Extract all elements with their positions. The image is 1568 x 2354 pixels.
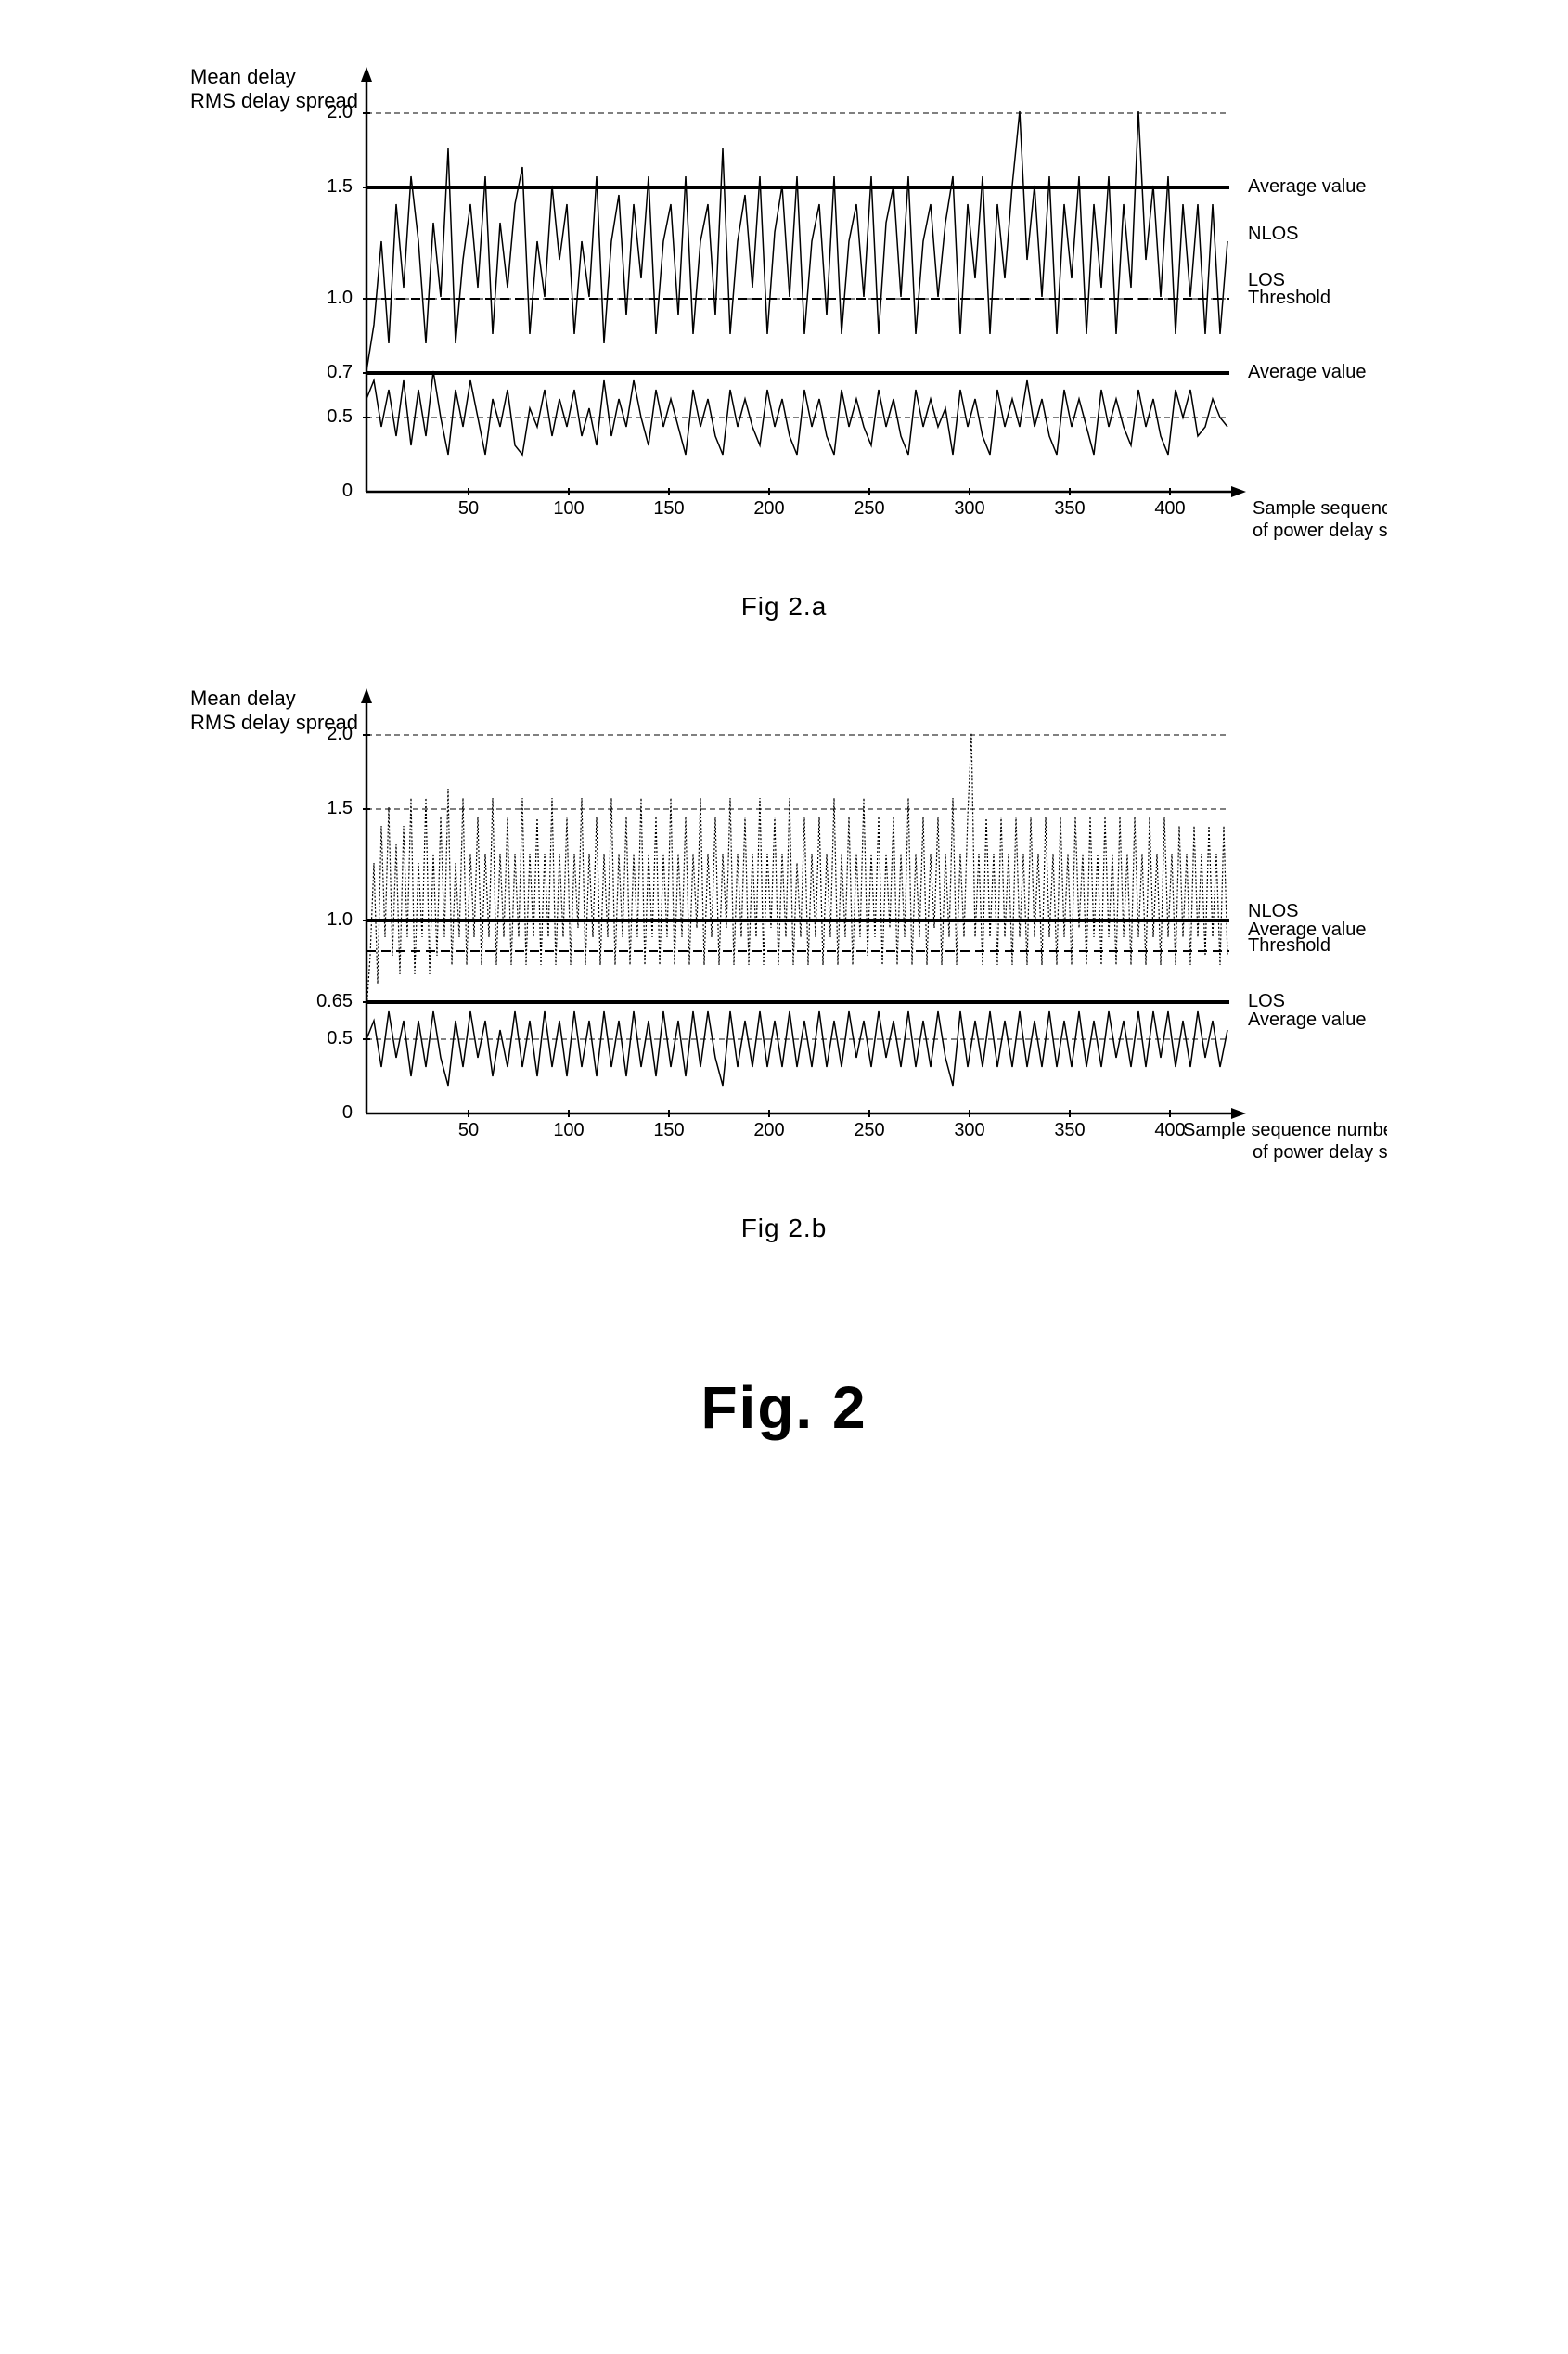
- chart-a-xlabel2: of power delay spread: [1253, 521, 1387, 541]
- svg-text:350: 350: [1054, 498, 1085, 519]
- svg-text:400: 400: [1154, 1120, 1185, 1140]
- svg-text:100: 100: [553, 1120, 584, 1140]
- svg-text:400: 400: [1154, 498, 1185, 519]
- svg-text:250: 250: [854, 498, 884, 519]
- svg-text:2.0: 2.0: [327, 724, 353, 744]
- figure-container: Mean delay RMS delay spread 0: [74, 56, 1494, 1442]
- chart-a-y20: 2.0: [327, 102, 353, 122]
- chart-b-area: Mean delay RMS delay spread 0 0.5: [181, 677, 1387, 1197]
- page: Mean delay RMS delay spread 0: [0, 0, 1568, 2354]
- chart-b-svg: Mean delay RMS delay spread 0 0.5: [181, 677, 1387, 1197]
- svg-text:0.65: 0.65: [316, 991, 353, 1011]
- chart-a-y15: 1.5: [327, 176, 353, 197]
- chart-a-avg-bottom: Average value: [1248, 362, 1367, 382]
- svg-text:150: 150: [653, 1120, 684, 1140]
- chart-b-wrapper: Mean delay RMS delay spread 0 0.5: [74, 677, 1494, 1243]
- svg-text:50: 50: [458, 498, 479, 519]
- chart-a-area: Mean delay RMS delay spread 0: [181, 56, 1387, 575]
- chart-b-caption: Fig 2.b: [741, 1214, 828, 1243]
- svg-text:1.5: 1.5: [327, 798, 353, 818]
- chart-b-xlabel2: of power delay spread: [1253, 1142, 1387, 1163]
- svg-text:150: 150: [653, 498, 684, 519]
- svg-text:300: 300: [954, 498, 984, 519]
- svg-text:200: 200: [753, 1120, 784, 1140]
- chart-a-xlabel1: Sample sequence number: [1253, 498, 1387, 519]
- chart-a-nlos: NLOS: [1248, 224, 1298, 244]
- chart-a-y07: 0.7: [327, 362, 353, 382]
- chart-b-avg-top: Average value: [1248, 920, 1367, 940]
- svg-text:50: 50: [458, 1120, 479, 1140]
- chart-b-ylabel1: Mean delay: [190, 687, 296, 710]
- svg-text:200: 200: [753, 498, 784, 519]
- main-figure-title: Fig. 2: [700, 1373, 867, 1442]
- svg-text:0: 0: [342, 1102, 353, 1123]
- svg-text:350: 350: [1054, 1120, 1085, 1140]
- chart-a-ylabel1: Mean delay: [190, 65, 296, 88]
- chart-b-los: LOS: [1248, 991, 1285, 1011]
- svg-text:300: 300: [954, 1120, 984, 1140]
- svg-text:100: 100: [553, 498, 584, 519]
- chart-a-caption: Fig 2.a: [741, 592, 828, 622]
- chart-b-xlabel1: Sample sequence number: [1183, 1120, 1387, 1140]
- chart-b-nlos: NLOS: [1248, 901, 1298, 921]
- chart-a-avg-top: Average value: [1248, 176, 1367, 197]
- chart-b-avg-bottom: Average value: [1248, 1010, 1367, 1030]
- chart-a-threshold: Threshold: [1248, 288, 1330, 308]
- chart-a-y10: 1.0: [327, 288, 353, 308]
- chart-a-svg: Mean delay RMS delay spread 0: [181, 56, 1387, 575]
- chart-a-y0: 0: [342, 481, 353, 501]
- svg-text:0.5: 0.5: [327, 1028, 353, 1048]
- chart-a-y05: 0.5: [327, 406, 353, 427]
- svg-text:250: 250: [854, 1120, 884, 1140]
- chart-a-wrapper: Mean delay RMS delay spread 0: [74, 56, 1494, 622]
- svg-text:1.0: 1.0: [327, 909, 353, 930]
